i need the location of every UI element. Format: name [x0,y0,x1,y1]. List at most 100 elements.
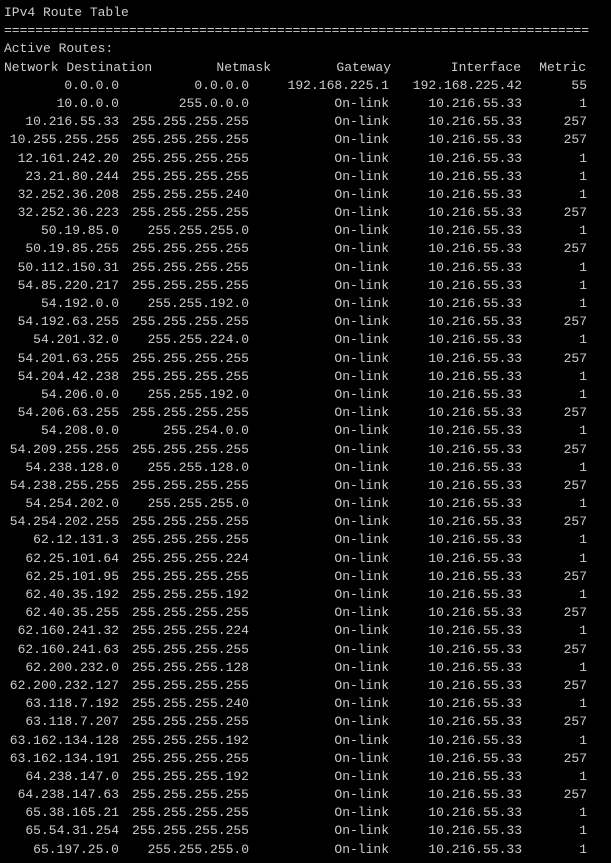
cell-interface: 10.216.55.33 [389,131,522,149]
cell-metric: 257 [522,404,587,422]
cell-metric: 1 [522,222,587,240]
cell-destination: 64.238.147.0 [4,768,119,786]
cell-interface: 10.216.55.33 [389,150,522,168]
cell-netmask: 255.255.255.255 [119,150,249,168]
cell-metric: 55 [522,77,587,95]
cell-gateway: On-link [249,240,389,258]
cell-netmask: 255.255.255.255 [119,404,249,422]
cell-gateway: On-link [249,641,389,659]
cell-metric: 1 [522,368,587,386]
cell-metric: 1 [522,586,587,604]
cell-gateway: On-link [249,259,389,277]
cell-destination: 65.54.31.254 [4,822,119,840]
cell-interface: 10.216.55.33 [389,204,522,222]
cell-gateway: On-link [249,113,389,131]
cell-netmask: 255.255.255.255 [119,804,249,822]
cell-gateway: On-link [249,713,389,731]
table-row: 50.19.85.0255.255.255.0On-link10.216.55.… [4,222,607,240]
cell-metric: 1 [522,277,587,295]
cell-netmask: 255.255.255.0 [119,841,249,859]
cell-gateway: On-link [249,222,389,240]
cell-destination: 65.38.165.21 [4,804,119,822]
table-row: 65.197.25.0255.255.255.0On-link10.216.55… [4,841,607,859]
cell-interface: 10.216.55.33 [389,622,522,640]
cell-netmask: 255.255.255.0 [119,222,249,240]
cell-destination: 50.19.85.255 [4,240,119,258]
table-row: 54.254.202.255255.255.255.255On-link10.2… [4,513,607,531]
cell-destination: 62.12.131.3 [4,531,119,549]
cell-interface: 10.216.55.33 [389,641,522,659]
cell-interface: 10.216.55.33 [389,768,522,786]
cell-gateway: On-link [249,204,389,222]
cell-interface: 10.216.55.33 [389,295,522,313]
table-row: 62.25.101.64255.255.255.224On-link10.216… [4,550,607,568]
cell-netmask: 255.255.255.255 [119,168,249,186]
cell-gateway: On-link [249,295,389,313]
header-destination: Network Destination [4,59,149,77]
cell-netmask: 255.255.255.255 [119,131,249,149]
cell-destination: 54.201.32.0 [4,331,119,349]
cell-metric: 257 [522,204,587,222]
cell-gateway: On-link [249,350,389,368]
cell-netmask: 255.255.255.255 [119,568,249,586]
cell-netmask: 255.255.255.255 [119,441,249,459]
cell-netmask: 255.255.255.255 [119,113,249,131]
cell-destination: 12.161.242.20 [4,150,119,168]
cell-gateway: On-link [249,368,389,386]
table-row: 0.0.0.00.0.0.0192.168.225.1192.168.225.4… [4,77,607,95]
table-row: 62.160.241.32255.255.255.224On-link10.21… [4,622,607,640]
table-row: 62.12.131.3255.255.255.255On-link10.216.… [4,531,607,549]
cell-netmask: 255.255.255.255 [119,604,249,622]
table-row: 62.25.101.95255.255.255.255On-link10.216… [4,568,607,586]
cell-netmask: 255.255.255.240 [119,186,249,204]
cell-netmask: 255.255.255.255 [119,786,249,804]
cell-interface: 10.216.55.33 [389,95,522,113]
table-row: 64.238.147.0255.255.255.192On-link10.216… [4,768,607,786]
cell-metric: 257 [522,113,587,131]
cell-destination: 10.255.255.255 [4,131,119,149]
cell-gateway: On-link [249,531,389,549]
table-row: 62.200.232.127255.255.255.255On-link10.2… [4,677,607,695]
cell-netmask: 255.255.255.192 [119,768,249,786]
table-row: 54.201.63.255255.255.255.255On-link10.21… [4,350,607,368]
cell-metric: 257 [522,786,587,804]
cell-metric: 257 [522,350,587,368]
cell-metric: 257 [522,240,587,258]
cell-metric: 1 [522,186,587,204]
cell-metric: 1 [522,659,587,677]
cell-gateway: On-link [249,422,389,440]
cell-destination: 54.238.255.255 [4,477,119,495]
cell-netmask: 255.255.192.0 [119,295,249,313]
active-routes-label: Active Routes: [4,40,607,58]
table-row: 54.208.0.0255.254.0.0On-link10.216.55.33… [4,422,607,440]
cell-interface: 10.216.55.33 [389,186,522,204]
cell-metric: 1 [522,768,587,786]
table-row: 12.161.242.20255.255.255.255On-link10.21… [4,150,607,168]
cell-interface: 10.216.55.33 [389,313,522,331]
table-row: 54.238.128.0255.255.128.0On-link10.216.5… [4,459,607,477]
table-row: 54.192.63.255255.255.255.255On-link10.21… [4,313,607,331]
cell-metric: 1 [522,459,587,477]
table-row: 54.206.0.0255.255.192.0On-link10.216.55.… [4,386,607,404]
cell-netmask: 255.255.255.255 [119,240,249,258]
cell-netmask: 255.255.255.192 [119,586,249,604]
table-row: 54.201.32.0255.255.224.0On-link10.216.55… [4,331,607,349]
cell-gateway: On-link [249,750,389,768]
header-netmask: Netmask [149,59,271,77]
cell-gateway: On-link [249,95,389,113]
cell-interface: 10.216.55.33 [389,695,522,713]
cell-interface: 10.216.55.33 [389,822,522,840]
cell-destination: 65.197.25.0 [4,841,119,859]
cell-gateway: On-link [249,659,389,677]
header-gateway: Gateway [271,59,391,77]
cell-gateway: On-link [249,768,389,786]
cell-netmask: 255.255.255.255 [119,277,249,295]
table-row: 63.118.7.192255.255.255.240On-link10.216… [4,695,607,713]
cell-gateway: On-link [249,786,389,804]
cell-metric: 1 [522,259,587,277]
cell-destination: 10.216.55.33 [4,113,119,131]
table-row: 50.19.85.255255.255.255.255On-link10.216… [4,240,607,258]
cell-netmask: 255.255.224.0 [119,331,249,349]
cell-netmask: 255.255.255.224 [119,622,249,640]
cell-metric: 257 [522,641,587,659]
